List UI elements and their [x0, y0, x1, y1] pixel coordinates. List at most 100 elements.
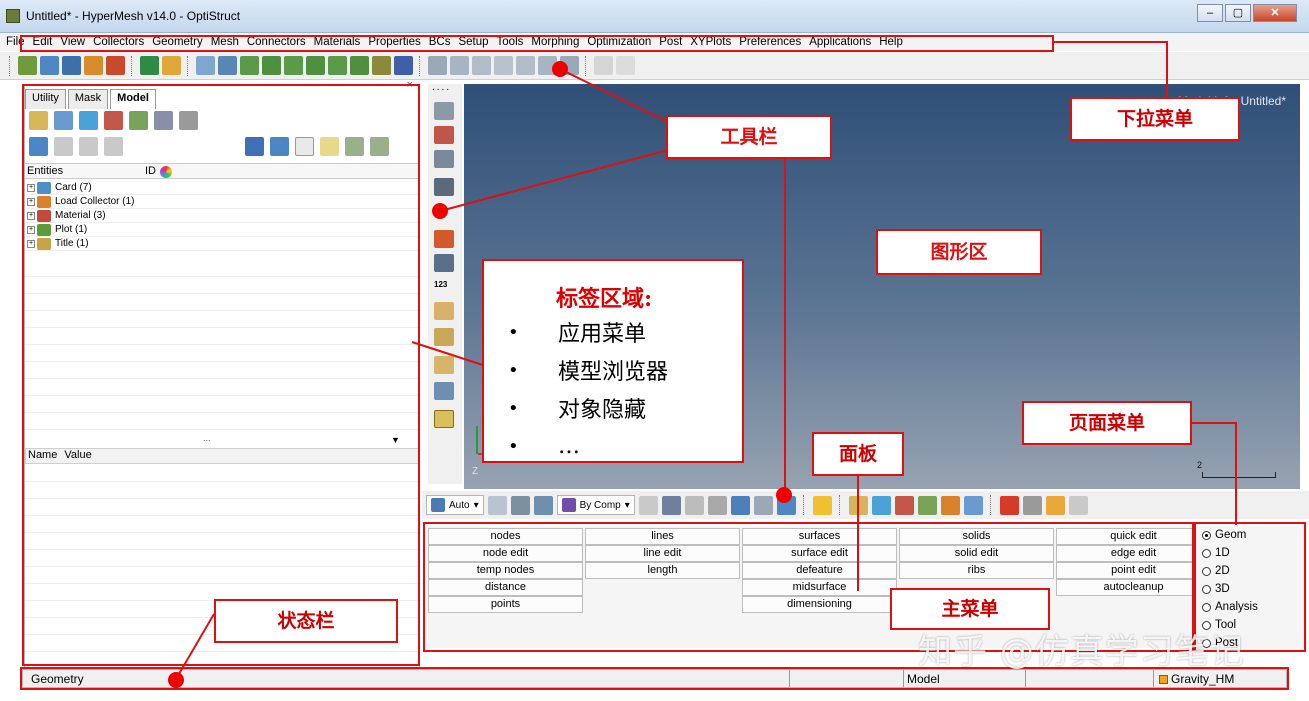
zoom-box-icon[interactable] [428, 56, 447, 75]
view-yx-icon[interactable] [262, 56, 281, 75]
tag-area-highlight [22, 84, 420, 666]
label-abc-icon[interactable] [434, 328, 454, 346]
minimize-button[interactable]: – [1197, 4, 1223, 22]
edge-style-icon[interactable] [707, 495, 727, 515]
page-menu-annotation: 页面菜单 [1022, 401, 1192, 445]
rotate-icon[interactable] [450, 56, 469, 75]
vertical-toolbar-marker-dot [432, 203, 448, 219]
panel-annotation: 面板 [812, 432, 904, 476]
view-xz-icon[interactable] [284, 56, 303, 75]
collector-component-icon[interactable] [848, 495, 868, 515]
view-zx-icon[interactable] [306, 56, 325, 75]
visualization-toolbar: Auto ▾ By Comp ▾ [422, 491, 1309, 519]
tag-area-title: 标签区域: [556, 286, 653, 312]
toolbar-marker-dot [552, 61, 568, 77]
view-back-icon[interactable] [218, 56, 237, 75]
hand-pan-icon[interactable] [494, 56, 513, 75]
numbering-icon[interactable] [1068, 495, 1088, 515]
save-icon[interactable] [62, 56, 81, 75]
shaded-icon[interactable] [510, 495, 530, 515]
dropdown-menu-annotation: 下拉菜单 [1070, 97, 1240, 141]
tag-area-bullets: 应用菜单 模型浏览器 对象隐藏 … [508, 313, 668, 465]
wireframe-icon[interactable] [487, 495, 507, 515]
pan-cross-icon[interactable] [472, 56, 491, 75]
status-bar-marker-dot [168, 672, 184, 688]
measure-icon[interactable] [434, 302, 454, 320]
solid-display-icon[interactable] [434, 178, 454, 196]
transform-icon[interactable] [434, 382, 454, 400]
undo-icon[interactable] [84, 56, 103, 75]
surface-mesh-icon[interactable] [434, 150, 454, 168]
toolbar-grip [9, 55, 12, 76]
cube-view-icon[interactable] [533, 495, 553, 515]
visualize-icon[interactable] [434, 254, 454, 272]
main-toolbar [0, 52, 1309, 80]
tag-bullet-item: 应用菜单 [508, 313, 668, 351]
surface-style-icon[interactable] [730, 495, 750, 515]
user-icon[interactable] [140, 56, 159, 75]
toolbar-grip: .... [432, 82, 452, 93]
app-icon [6, 9, 20, 23]
collector-system-icon[interactable] [963, 495, 983, 515]
grid-icon[interactable] [753, 495, 773, 515]
frame-icon[interactable] [434, 410, 454, 428]
window-title: Untitled* - HyperMesh v14.0 - OptiStruct [26, 9, 241, 23]
line-style-icon[interactable] [684, 495, 704, 515]
scale-bar [1202, 472, 1276, 478]
view-xy-icon[interactable] [240, 56, 259, 75]
toolbar-separator [187, 55, 190, 76]
collector-property-icon[interactable] [871, 495, 891, 515]
color-by-selector[interactable]: By Comp ▾ [556, 495, 635, 515]
redo-icon[interactable] [106, 56, 125, 75]
toolbar-separator [989, 495, 993, 515]
chevron-down-icon: ▾ [624, 499, 630, 511]
view-3d-icon[interactable] [394, 56, 413, 75]
maximize-button[interactable]: ▢ [1225, 4, 1251, 22]
status-bar-annotation: 状态栏 [214, 599, 398, 643]
component-display-icon[interactable] [434, 102, 454, 120]
redo-view-icon[interactable] [616, 56, 635, 75]
model-check-icon[interactable] [1022, 495, 1042, 515]
axis-y-line [476, 426, 478, 454]
collector-constraint-icon[interactable] [940, 495, 960, 515]
folder-open-icon[interactable] [1045, 495, 1065, 515]
delete-icon[interactable] [999, 495, 1019, 515]
watermark: 知乎 @仿真学习笔记 [918, 632, 1245, 672]
element-color-icon[interactable] [434, 126, 454, 144]
open-model-icon[interactable] [18, 56, 37, 75]
move-horizontal-icon[interactable] [516, 56, 535, 75]
color-mode-icon [561, 498, 576, 512]
vis-toolbar-marker-dot [776, 487, 792, 503]
auto-selector[interactable]: Auto ▾ [426, 495, 484, 515]
numbers-label[interactable]: 123 [434, 280, 447, 289]
view-iso-icon[interactable] [372, 56, 391, 75]
scale-label: 2 [1196, 460, 1202, 470]
graphics-area-annotation: 图形区 [876, 229, 1042, 275]
collector-load-icon[interactable] [917, 495, 937, 515]
import-icon[interactable] [40, 56, 59, 75]
tag-area-annotation: 标签区域: 应用菜单 模型浏览器 对象隐藏 … [482, 259, 744, 463]
label-abc-down-icon[interactable] [434, 356, 454, 374]
toolbar-annotation: 工具栏 [666, 115, 832, 159]
undo-view-icon[interactable] [594, 56, 613, 75]
window-controls: – ▢ ✕ [1197, 4, 1297, 22]
toolbar-separator [838, 495, 842, 515]
view-zy-icon[interactable] [350, 56, 369, 75]
mesh-shaded-icon[interactable] [661, 495, 681, 515]
auto-icon [431, 498, 445, 512]
toolbar-separator [802, 495, 806, 515]
close-button[interactable]: ✕ [1253, 4, 1297, 22]
by-comp-label: By Comp [579, 499, 621, 511]
title-bar: Untitled* - HyperMesh v14.0 - OptiStruct… [0, 0, 1309, 33]
toolbar-separator [585, 55, 588, 76]
view-yz-icon[interactable] [328, 56, 347, 75]
zoom-icon[interactable] [196, 56, 215, 75]
menubar-highlight [20, 35, 1054, 52]
folder-icon[interactable] [162, 56, 181, 75]
axis-z-label: Z [472, 466, 479, 477]
favorite-star-icon[interactable] [812, 495, 832, 515]
toolbar-separator [131, 55, 134, 76]
shrink-icon[interactable] [434, 230, 454, 248]
mesh-lines-icon[interactable] [638, 495, 658, 515]
collector-material-icon[interactable] [894, 495, 914, 515]
